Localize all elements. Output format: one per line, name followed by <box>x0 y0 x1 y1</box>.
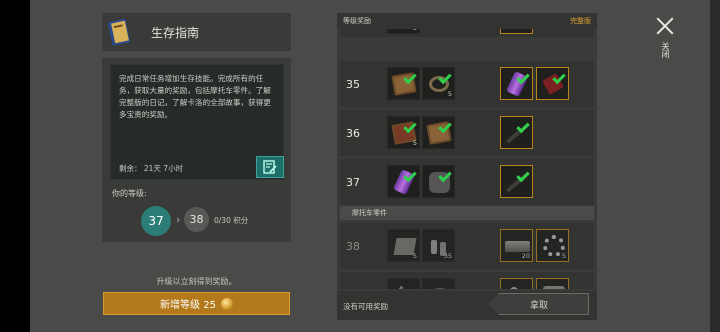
premium-reward-slot[interactable]: 20 <box>500 229 533 262</box>
premium-reward-slot[interactable] <box>536 278 569 289</box>
nuts-icon <box>510 287 518 289</box>
row-level: 36 <box>346 126 360 140</box>
rewards-panel: 等级奖励 完整版 3 35 5 36 5 37 <box>337 13 597 320</box>
bolts-icon <box>431 240 437 254</box>
rewards-title: 等级奖励 <box>343 17 371 25</box>
row-level: 38 <box>346 239 360 253</box>
upgrade-hint: 升级以立刻得到奖励。 <box>156 277 237 286</box>
reward-slot[interactable]: 3 <box>387 29 420 34</box>
reward-row: 36 5 <box>340 110 594 156</box>
screen-edge-right <box>710 0 720 332</box>
no-rewards-text: 没有可用奖励 <box>343 302 388 311</box>
current-level-badge: 37 <box>141 206 171 236</box>
reward-row: 35 5 <box>340 61 594 107</box>
coil-icon <box>429 288 451 289</box>
add-level-button[interactable]: 新增等级 25 <box>103 292 290 315</box>
description-box: 完成日常任务增加生存技能。完成所有的任务，获取大量的奖励，包括摩托车零件。了解完… <box>110 64 284 180</box>
next-level-badge: 38 <box>184 207 209 232</box>
reward-slot[interactable] <box>387 278 420 289</box>
remaining-time: 剩余： 21天 7小时 <box>119 164 184 173</box>
reward-slot[interactable] <box>387 165 420 198</box>
tools-icon <box>389 285 404 289</box>
guide-title: 生存指南 <box>151 25 200 40</box>
journal-edit-icon <box>263 160 277 174</box>
claim-label: 拿取 <box>529 300 548 311</box>
reward-slot[interactable]: 5 <box>387 229 420 262</box>
close-label[interactable]: 关闭 <box>660 42 671 58</box>
close-icon[interactable] <box>653 14 677 38</box>
claimed-check-icon <box>438 70 452 85</box>
rewards-footer: 没有可用奖励 拿取 <box>337 291 597 320</box>
premium-reward-slot[interactable] <box>500 29 533 34</box>
reward-slot[interactable] <box>422 278 455 289</box>
your-level-label: 你的等级: <box>112 189 147 198</box>
row-level: 37 <box>346 175 360 189</box>
reward-row: 38 5 35 20 5 <box>340 223 594 269</box>
reward-slot[interactable] <box>422 165 455 198</box>
chevron-right-icon: › <box>176 213 181 226</box>
row-level: 35 <box>346 77 360 91</box>
screen-edge-left <box>0 0 30 332</box>
reward-slot[interactable] <box>387 67 420 100</box>
premium-reward-slot[interactable] <box>500 165 533 198</box>
metal-bar-icon <box>505 241 530 252</box>
claim-button[interactable]: 拿取 <box>489 293 589 315</box>
premium-reward-slot[interactable] <box>536 67 569 100</box>
claimed-check-icon <box>516 119 530 134</box>
row-level: 39 <box>346 272 370 290</box>
guide-header: 生存指南 <box>102 13 291 51</box>
reward-slot[interactable]: 5 <box>422 67 455 100</box>
add-level-label: 新增等级 25 <box>160 300 216 311</box>
book-icon <box>105 16 135 48</box>
premium-reward-slot[interactable] <box>500 278 533 289</box>
claimed-check-icon <box>516 168 530 183</box>
reward-row: 3 <box>340 29 594 37</box>
guide-card: 完成日常任务增加生存技能。完成所有的任务，获取大量的奖励，包括摩托车零件。了解完… <box>102 58 291 242</box>
coin-icon <box>220 297 233 310</box>
journal-button[interactable] <box>256 156 284 178</box>
reward-row: 37 <box>340 159 594 205</box>
reward-row: 39 <box>340 272 594 289</box>
motorcycle-parts-section: 摩托车零件 <box>340 206 594 220</box>
reward-slot[interactable]: 5 <box>387 116 420 149</box>
premium-reward-slot[interactable]: 5 <box>536 229 569 262</box>
rewards-header: 等级奖励 完整版 <box>337 13 597 29</box>
premium-reward-slot[interactable] <box>500 116 533 149</box>
reward-slot[interactable] <box>422 116 455 149</box>
full-version-link[interactable]: 完整版 <box>570 16 591 26</box>
rewards-list[interactable]: 3 35 5 36 5 37 摩托车零件 38 <box>340 29 594 289</box>
reward-slot[interactable]: 35 <box>422 229 455 262</box>
engine-part-icon <box>543 286 565 289</box>
guide-description: 完成日常任务增加生存技能。完成所有的任务，获取大量的奖励，包括摩托车零件。了解完… <box>119 74 271 119</box>
premium-reward-slot[interactable] <box>500 67 533 100</box>
level-points: 0/30 积分 <box>214 216 249 225</box>
